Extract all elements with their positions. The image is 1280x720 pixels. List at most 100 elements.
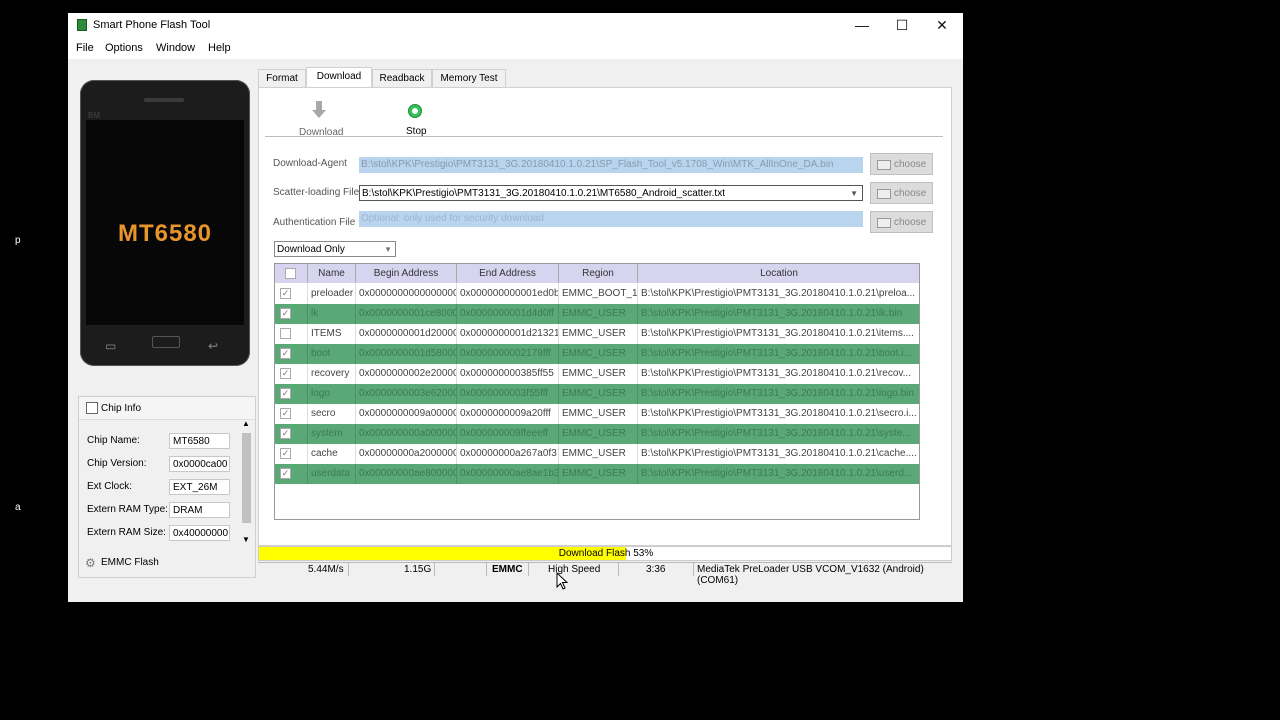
tab-download[interactable]: Download [306, 67, 372, 88]
cell-region: EMMC_USER [559, 404, 638, 424]
row-checkbox-cell[interactable]: ✓ [275, 364, 308, 384]
scatter-file-combobox[interactable]: B:\stol\KPK\Prestigio\PMT3131_3G.2018041… [359, 185, 863, 201]
stop-button[interactable]: Stop [406, 126, 427, 137]
cell-location: B:\stol\KPK\Prestigio\PMT3131_3G.2018041… [638, 404, 919, 424]
table-row[interactable]: ✓ boot 0x0000000001d58000 0x0000000002179ff… [275, 344, 919, 364]
table-row[interactable]: ITEMS 0x0000000001d20000 0x0000000001d2132… [275, 324, 919, 344]
cell-name: secro [308, 404, 356, 424]
select-all-checkbox[interactable] [285, 268, 296, 279]
menu-help[interactable]: Help [208, 42, 231, 54]
chip-info-scrollbar[interactable]: ▲ ▼ [240, 419, 253, 547]
cell-location: B:\stol\KPK\Prestigio\PMT3131_3G.2018041… [638, 444, 919, 464]
cell-end: 0x000000009ffeeeff [457, 424, 559, 444]
menu-window[interactable]: Window [156, 42, 195, 54]
minimize-button[interactable]: — [842, 13, 882, 38]
back-key-icon: ↩ [208, 339, 219, 353]
cell-name: lk [308, 304, 356, 324]
row-checkbox[interactable]: ✓ [280, 288, 291, 299]
cell-begin: 0x0000000001d20000 [356, 324, 457, 344]
row-checkbox-cell[interactable]: ✓ [275, 464, 308, 484]
scroll-up-icon[interactable]: ▲ [242, 419, 250, 428]
header-begin-address: Begin Address [356, 264, 457, 283]
row-checkbox-cell[interactable]: ✓ [275, 284, 308, 304]
row-checkbox[interactable]: ✓ [280, 388, 291, 399]
row-checkbox-cell[interactable]: ✓ [275, 404, 308, 424]
chevron-down-icon[interactable]: ▼ [850, 189, 858, 198]
cell-name: cache [308, 444, 356, 464]
progress-bar: Download Flash 53% [258, 546, 952, 561]
row-checkbox-cell[interactable]: ✓ [275, 384, 308, 404]
choose-download-agent-button[interactable]: choose [870, 153, 933, 175]
stop-icon[interactable] [408, 104, 422, 118]
cell-end: 0x0000000001d21321 [457, 324, 559, 344]
status-time: 3:36 [646, 564, 666, 575]
maximize-button[interactable]: ☐ [882, 13, 922, 38]
tab-memory-test[interactable]: Memory Test [432, 69, 506, 88]
cell-region: EMMC_USER [559, 384, 638, 404]
scroll-thumb[interactable] [242, 433, 251, 523]
choose-scatter-button[interactable]: choose [870, 182, 933, 204]
row-checkbox[interactable]: ✓ [280, 308, 291, 319]
row-checkbox-cell[interactable] [275, 324, 308, 344]
window-title: Smart Phone Flash Tool [93, 19, 211, 31]
download-arrow-icon[interactable] [312, 101, 326, 119]
row-checkbox-cell[interactable]: ✓ [275, 444, 308, 464]
gear-icon: ⚙ [85, 556, 96, 570]
tab-format[interactable]: Format [258, 69, 306, 88]
row-checkbox[interactable]: ✓ [280, 428, 291, 439]
auth-file-field[interactable]: Optional: only used for security downloa… [359, 211, 863, 227]
row-checkbox[interactable]: ✓ [280, 348, 291, 359]
menu-options[interactable]: Options [105, 42, 143, 54]
side-char-a: a [15, 502, 21, 513]
cell-begin: 0x00000000a2000000 [356, 444, 457, 464]
phone-brand: BM [88, 111, 100, 120]
cell-end: 0x0000000003f55fff [457, 384, 559, 404]
table-row[interactable]: ✓ userdata 0x00000000ae800000 0x00000000ae8… [275, 464, 919, 484]
table-row[interactable]: ✓ system 0x000000000a000000 0x000000009ffee… [275, 424, 919, 444]
download-button[interactable]: Download [299, 127, 343, 138]
table-row[interactable]: ✓ logo 0x0000000003e62000 0x0000000003f55ff… [275, 384, 919, 404]
cell-region: EMMC_USER [559, 444, 638, 464]
table-row[interactable]: ✓ lk 0x0000000001ce8000 0x0000000001d4d0ff E… [275, 304, 919, 324]
choose-auth-button[interactable]: choose [870, 211, 933, 233]
cell-location: B:\stol\KPK\Prestigio\PMT3131_3G.2018041… [638, 364, 919, 384]
row-checkbox[interactable] [280, 328, 291, 339]
row-checkbox-cell[interactable]: ✓ [275, 424, 308, 444]
header-region: Region [559, 264, 638, 283]
cell-region: EMMC_USER [559, 304, 638, 324]
row-checkbox[interactable]: ✓ [280, 408, 291, 419]
download-mode-select[interactable]: Download Only ▼ [274, 241, 396, 257]
cell-location: B:\stol\KPK\Prestigio\PMT3131_3G.2018041… [638, 324, 919, 344]
cell-begin: 0x000000000a000000 [356, 424, 457, 444]
table-row[interactable]: ✓ cache 0x00000000a2000000 0x00000000a267a0… [275, 444, 919, 464]
cell-name: ITEMS [308, 324, 356, 344]
cell-name: logo [308, 384, 356, 404]
download-agent-field[interactable]: B:\stol\KPK\Prestigio\PMT3131_3G.2018041… [359, 157, 863, 173]
table-row[interactable]: ✓ secro 0x0000000009a00000 0x0000000009a20f… [275, 404, 919, 424]
scroll-down-icon[interactable]: ▼ [242, 535, 250, 544]
download-agent-label: Download-Agent [273, 158, 347, 169]
table-row[interactable]: ✓ preloader 0x0000000000000000 0x0000000000… [275, 284, 919, 304]
table-row[interactable]: ✓ recovery 0x0000000002e20000 0x00000000038… [275, 364, 919, 384]
cell-begin: 0x0000000009a00000 [356, 404, 457, 424]
chip-info-icon [86, 402, 98, 414]
close-button[interactable]: ✕ [922, 13, 962, 38]
auth-file-label: Authentication File [273, 217, 356, 228]
tab-readback[interactable]: Readback [372, 69, 432, 88]
emmc-flash-item[interactable]: ⚙ EMMC Flash [79, 547, 255, 577]
row-checkbox[interactable]: ✓ [280, 448, 291, 459]
row-checkbox-cell[interactable]: ✓ [275, 344, 308, 364]
menu-file[interactable]: File [76, 42, 94, 54]
row-checkbox[interactable]: ✓ [280, 368, 291, 379]
cell-region: EMMC_USER [559, 424, 638, 444]
title-bar: Smart Phone Flash Tool — ☐ ✕ [68, 13, 963, 38]
chip-info-header: Chip Info [79, 397, 255, 420]
cell-end: 0x0000000002179fff [457, 344, 559, 364]
ext-clock-label: Ext Clock: [87, 481, 133, 492]
row-checkbox-cell[interactable]: ✓ [275, 304, 308, 324]
select-all-header[interactable] [275, 264, 308, 283]
cell-location: B:\stol\KPK\Prestigio\PMT3131_3G.2018041… [638, 384, 919, 404]
cell-end: 0x00000000ae8ae1b3 [457, 464, 559, 484]
row-checkbox[interactable]: ✓ [280, 468, 291, 479]
cell-location: B:\stol\KPK\Prestigio\PMT3131_3G.2018041… [638, 284, 919, 304]
